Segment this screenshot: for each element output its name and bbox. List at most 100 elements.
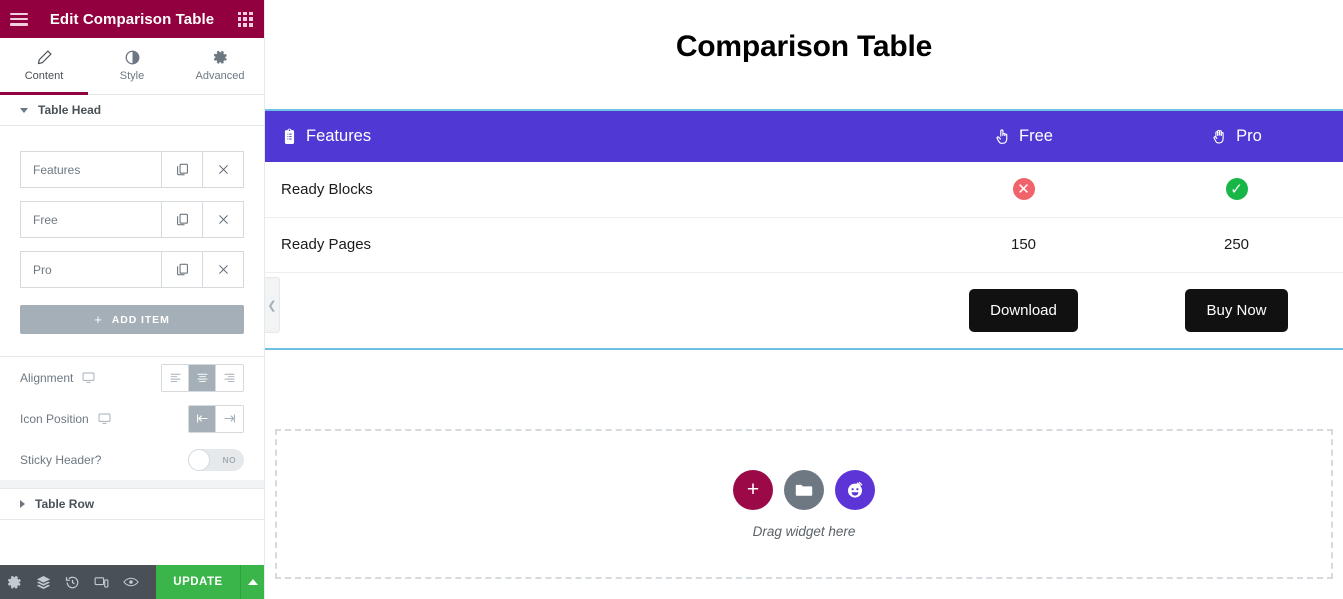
repeater-item-title[interactable]: Free: [21, 202, 161, 237]
tab-style[interactable]: Style: [88, 38, 176, 94]
row-free-value: 150: [917, 217, 1130, 273]
section-table-row-label: Table Row: [35, 497, 95, 511]
settings-gear-icon[interactable]: [0, 565, 29, 599]
plus-icon: +: [94, 312, 103, 327]
section-table-head-label: Table Head: [38, 103, 102, 117]
status-badge-yes: ✓: [1225, 178, 1248, 201]
chevron-right-icon: [20, 500, 25, 508]
table-body: Ready Blocks ✕ ✓ Ready Pages 150 250: [265, 162, 1343, 273]
copy-icon: [176, 263, 188, 276]
add-new-section-button[interactable]: +: [733, 469, 773, 510]
desktop-icon[interactable]: [82, 371, 95, 384]
table-head-cell-features: Features: [265, 111, 917, 162]
sticky-header-value: NO: [222, 454, 236, 465]
half-circle-contrast-icon: [125, 50, 139, 65]
history-icon[interactable]: [58, 565, 87, 599]
repeater-item[interactable]: Features: [20, 151, 244, 188]
row-free-value: ✕: [917, 162, 1130, 218]
table-head-label-pro: Pro: [1236, 127, 1262, 145]
icon-after-button[interactable]: [216, 405, 243, 432]
tab-content-label: Content: [24, 70, 64, 82]
repeater-item[interactable]: Pro: [20, 251, 244, 288]
control-sticky-header-label: Sticky Header?: [20, 452, 102, 467]
alignment-choices: [161, 363, 244, 392]
control-alignment-label-group: Alignment: [20, 371, 161, 385]
control-sticky-header-label-group: Sticky Header?: [20, 453, 188, 467]
table-row: Ready Blocks ✕ ✓: [265, 162, 1343, 218]
section-table-head[interactable]: Table Head: [0, 95, 264, 126]
comparison-table: Features Free Pro Ready Blocks ✕ ✓ Ready…: [265, 111, 1343, 348]
section-table-row[interactable]: Table Row: [0, 489, 264, 520]
table-foot: Download Buy Now: [265, 272, 1343, 348]
remove-item-button[interactable]: [202, 202, 243, 237]
desktop-icon[interactable]: [98, 412, 111, 425]
chevron-left-icon: ❮: [267, 299, 277, 312]
navigator-layers-icon[interactable]: [29, 565, 58, 599]
align-right-button[interactable]: [216, 364, 243, 391]
comparison-table-widget[interactable]: Features Free Pro Ready Blocks ✕ ✓ Ready…: [265, 109, 1343, 350]
repeater-item-title[interactable]: Features: [21, 152, 161, 187]
widgets-grid-icon: [237, 11, 253, 27]
plus-icon: +: [746, 478, 760, 501]
icon-before-button[interactable]: [189, 405, 216, 432]
repeater-item-title[interactable]: Pro: [21, 252, 161, 287]
tab-style-label: Style: [119, 70, 145, 82]
control-icon-position-label-group: Icon Position: [20, 412, 188, 426]
duplicate-item-button[interactable]: [161, 202, 202, 237]
update-options-button[interactable]: [240, 565, 264, 599]
repeater-item[interactable]: Free: [20, 201, 244, 238]
control-sticky-header: Sticky Header? NO: [0, 439, 264, 480]
remove-item-button[interactable]: [202, 252, 243, 287]
align-left-button[interactable]: [162, 364, 189, 391]
remove-item-button[interactable]: [202, 152, 243, 187]
control-alignment-label: Alignment: [20, 370, 74, 385]
sticky-header-toggle[interactable]: NO: [188, 448, 244, 471]
close-x-icon: [218, 265, 228, 274]
responsive-mode-icon[interactable]: [87, 565, 116, 599]
table-foot-row: Download Buy Now: [265, 272, 1343, 348]
control-alignment: Alignment: [0, 357, 264, 398]
update-button[interactable]: UPDATE: [156, 565, 240, 599]
section-separator: [0, 480, 264, 489]
copy-icon: [176, 163, 188, 176]
buy-now-button[interactable]: Buy Now: [1185, 288, 1288, 332]
foot-empty-cell: [265, 272, 917, 348]
foot-free-cell: Download: [917, 272, 1130, 348]
hamburger-menu-button[interactable]: [0, 0, 38, 38]
panel-tabs: Content Style Advanced: [0, 38, 264, 95]
duplicate-item-button[interactable]: [161, 152, 202, 187]
dropzone-buttons: +: [733, 469, 875, 510]
add-template-button[interactable]: [784, 469, 824, 510]
close-x-icon: [218, 165, 228, 174]
panel-collapse-handle[interactable]: ❮: [265, 277, 280, 333]
toggle-knob: [188, 448, 210, 471]
panel-footer: UPDATE: [0, 565, 264, 599]
widgets-panel-button[interactable]: [226, 0, 264, 38]
widget-dropzone[interactable]: + Drag widget here: [275, 429, 1333, 579]
add-item-button[interactable]: + ADD ITEM: [20, 305, 244, 334]
foot-pro-cell: Buy Now: [1130, 272, 1343, 348]
clipboard-list-icon: [281, 128, 298, 145]
download-button[interactable]: Download: [969, 288, 1078, 332]
preview-eye-icon[interactable]: [116, 565, 145, 599]
align-center-button[interactable]: [189, 364, 216, 391]
table-head-label-free: Free: [1019, 127, 1053, 145]
tab-advanced[interactable]: Advanced: [176, 38, 264, 94]
hamburger-menu-icon: [10, 12, 28, 26]
elementor-editor: Edit Comparison Table Content Style Adva…: [0, 0, 1343, 599]
ai-builder-button[interactable]: [835, 469, 875, 510]
control-icon-position: Icon Position: [0, 398, 264, 439]
panel-title: Edit Comparison Table: [49, 10, 215, 28]
status-badge-no: ✕: [1012, 178, 1035, 201]
tab-advanced-label: Advanced: [195, 70, 245, 82]
row-pro-value: ✓: [1130, 162, 1343, 218]
preview-canvas: Comparison Table Features Free Pro Ready…: [265, 0, 1343, 599]
duplicate-item-button[interactable]: [161, 252, 202, 287]
table-head-label-features: Features: [306, 127, 372, 145]
table-head-cell-pro: Pro: [1130, 111, 1343, 162]
tab-content[interactable]: Content: [0, 38, 88, 95]
panel-header: Edit Comparison Table: [0, 0, 264, 38]
dropzone-label: Drag widget here: [752, 523, 856, 539]
pointing-hand-icon: [994, 128, 1011, 145]
add-item-wrapper: + ADD ITEM: [0, 301, 264, 334]
